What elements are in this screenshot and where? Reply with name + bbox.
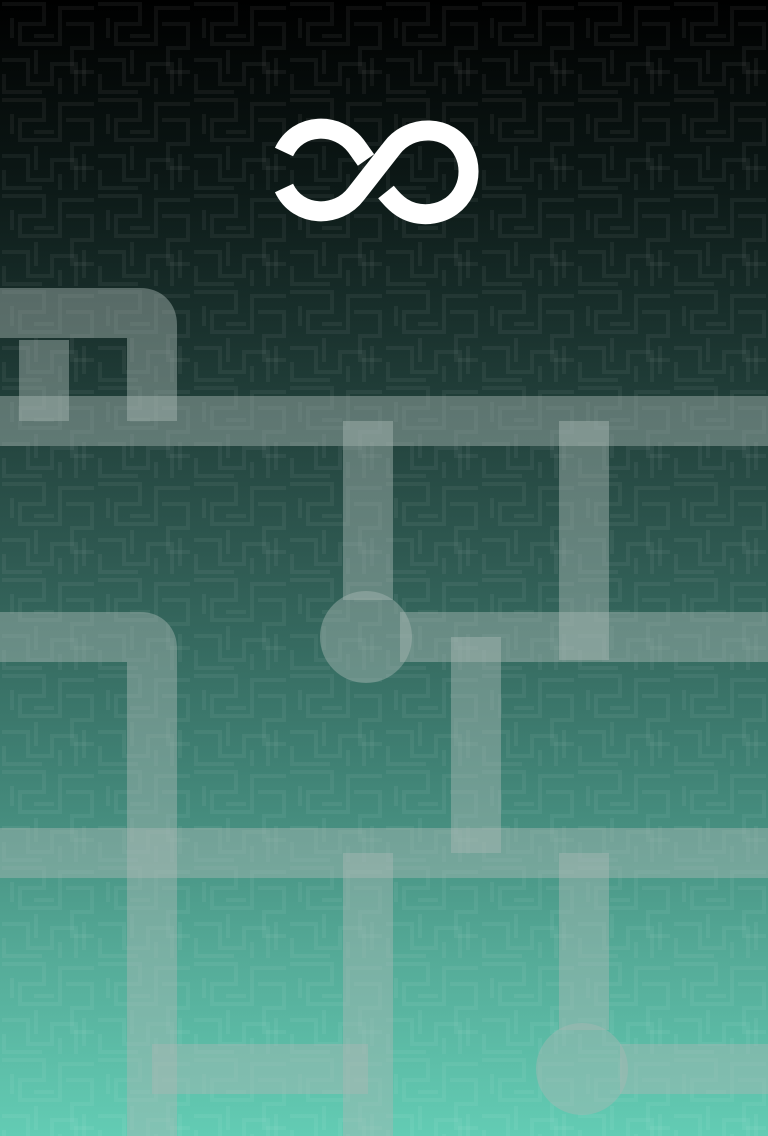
endpoint-bottom-right[interactable] [536,1023,628,1115]
endpoint-center[interactable] [320,591,412,683]
title-screen [0,0,768,1136]
infinity-icon [274,118,479,225]
pipe-corner-mid-left[interactable] [0,612,177,1136]
